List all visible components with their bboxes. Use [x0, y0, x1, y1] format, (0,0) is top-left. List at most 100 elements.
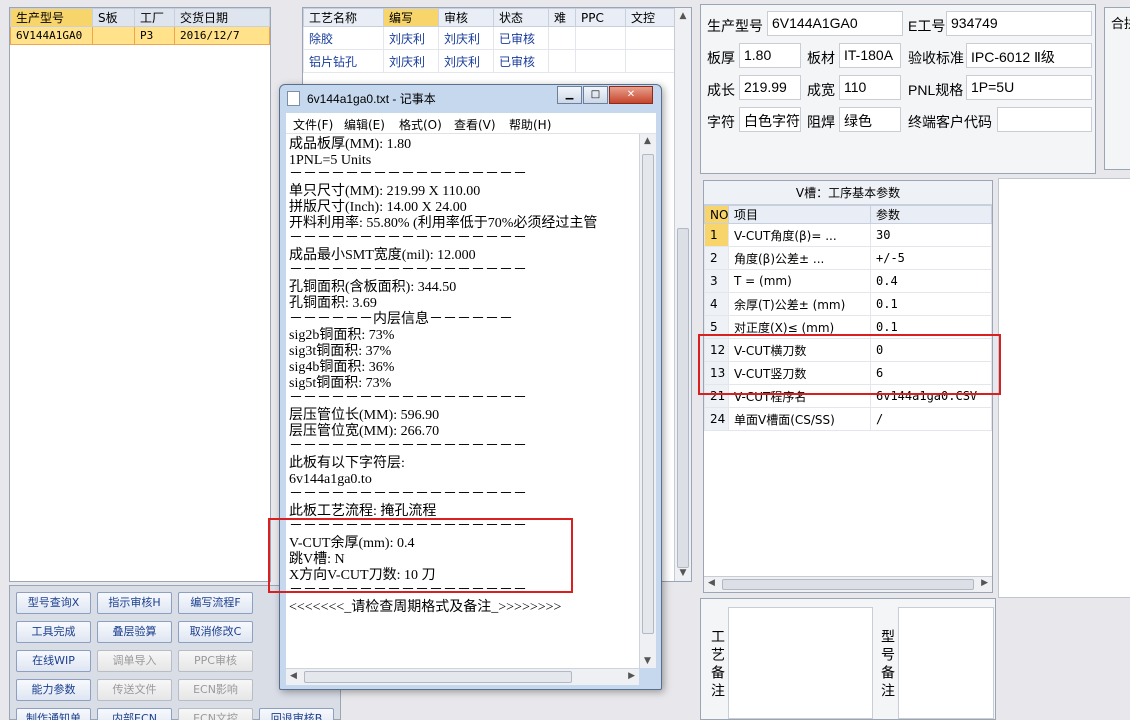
vgroove-params-hscroll[interactable]: ◀ ▶ [704, 576, 992, 592]
table-row[interactable]: 5 对正度(X)≤ (mm) 0.1 [704, 315, 992, 339]
scroll-thumb[interactable] [642, 154, 654, 634]
cell-difficulty[interactable] [548, 49, 576, 73]
column-header-doc-control[interactable]: 文控 [625, 8, 675, 27]
ecn-doc-control-button[interactable]: ECN文控 [178, 708, 253, 720]
menu-view[interactable]: 查看(V) [454, 116, 496, 133]
column-header-item[interactable]: 项目 [728, 205, 871, 224]
table-row[interactable]: 3 T = (mm) 0.4 [704, 269, 992, 293]
standard-field[interactable]: IPC-6012 Ⅱ级 [966, 43, 1092, 68]
cell-param[interactable]: 0.4 [870, 269, 992, 293]
menu-edit[interactable]: 编辑(E) [344, 116, 385, 133]
online-wip-button[interactable]: 在线WIP [16, 650, 91, 672]
minimize-icon[interactable]: ▁ [557, 86, 582, 104]
cell-item[interactable]: V-CUT竖刀数 [728, 361, 871, 385]
column-header-delivery-date[interactable]: 交货日期 [174, 8, 270, 27]
scroll-left-arrow-icon[interactable]: ◀ [708, 578, 715, 588]
cell-s-board[interactable] [92, 26, 135, 45]
customer-code-field[interactable] [997, 107, 1092, 132]
menu-file[interactable]: 文件(F) [293, 116, 333, 133]
cell-param[interactable]: 30 [870, 223, 992, 247]
cell-ppc[interactable] [575, 49, 626, 73]
table-row[interactable]: 12 V-CUT横刀数 0 [704, 338, 992, 362]
cell-status[interactable]: 已审核 [493, 49, 549, 73]
table-row[interactable]: 除胶 刘庆利 刘庆利 已审核 [303, 26, 675, 50]
ecn-impact-button[interactable]: ECN影响 [178, 679, 253, 701]
cell-item[interactable]: V-CUT程序名 [728, 384, 871, 408]
scroll-down-arrow-icon[interactable]: ▼ [644, 656, 651, 666]
column-header-model[interactable]: 生产型号 [10, 8, 93, 27]
revert-review-button[interactable]: 回退审核B [259, 708, 334, 720]
table-row[interactable]: 4 余厚(T)公差± (mm) 0.1 [704, 292, 992, 316]
column-header-factory[interactable]: 工厂 [134, 8, 175, 27]
cell-delivery-date[interactable]: 2016/12/7 [174, 26, 270, 45]
cell-item[interactable]: V-CUT角度(β)= ... [728, 223, 871, 247]
cell-author[interactable]: 刘庆利 [383, 26, 439, 50]
cell-item[interactable]: V-CUT横刀数 [728, 338, 871, 362]
internal-ecn-button[interactable]: 内部ECN [97, 708, 172, 720]
column-header-ppc[interactable]: PPC [575, 8, 626, 27]
table-row[interactable]: 2 角度(β)公差± ... +/-5 [704, 246, 992, 270]
column-header-difficulty[interactable]: 难 [548, 8, 576, 27]
cell-factory[interactable]: P3 [134, 26, 175, 45]
notepad-window[interactable]: 6v144a1ga0.txt - 记事本 ▁ □ ✕ 文件(F) 编辑(E) 格… [279, 84, 662, 690]
cell-process-name[interactable]: 铝片钻孔 [303, 49, 384, 73]
length-field[interactable]: 219.99 [739, 75, 801, 100]
character-field[interactable]: 白色字符 [739, 107, 801, 132]
cell-param[interactable]: / [870, 407, 992, 431]
cell-difficulty[interactable] [548, 26, 576, 50]
table-row[interactable]: 13 V-CUT竖刀数 6 [704, 361, 992, 385]
capability-params-button[interactable]: 能力参数 [16, 679, 91, 701]
table-row[interactable]: 21 V-CUT程序名 6v144a1ga0.CSV [704, 384, 992, 408]
table-row[interactable]: 铝片钻孔 刘庆利 刘庆利 已审核 [303, 49, 675, 73]
e-number-field[interactable]: 934749 [946, 11, 1092, 36]
import-order-button[interactable]: 调单导入 [97, 650, 172, 672]
scroll-thumb[interactable] [722, 579, 974, 590]
thickness-field[interactable]: 1.80 [739, 43, 801, 68]
cell-item[interactable]: 角度(β)公差± ... [728, 246, 871, 270]
cell-process-name[interactable]: 除胶 [303, 26, 384, 50]
column-header-reviewer[interactable]: 审核 [438, 8, 494, 27]
cell-status[interactable]: 已审核 [493, 26, 549, 50]
pnl-spec-field[interactable]: 1P=5U [966, 75, 1092, 100]
cell-reviewer[interactable]: 刘庆利 [438, 26, 494, 50]
cell-ppc[interactable] [575, 26, 626, 50]
send-file-button[interactable]: 传送文件 [97, 679, 172, 701]
table-row[interactable]: 1 V-CUT角度(β)= ... 30 [704, 223, 992, 247]
model-field[interactable]: 6V144A1GA0 [767, 11, 903, 36]
scroll-up-arrow-icon[interactable]: ▲ [675, 8, 691, 24]
scroll-left-arrow-icon[interactable]: ◀ [290, 671, 297, 681]
scroll-right-arrow-icon[interactable]: ▶ [628, 671, 635, 681]
stackup-check-button[interactable]: 叠层验算 [97, 621, 172, 643]
column-header-status[interactable]: 状态 [493, 8, 549, 27]
column-header-process-name[interactable]: 工艺名称 [303, 8, 384, 27]
column-header-no[interactable]: NO [704, 205, 729, 224]
cell-item[interactable]: 单面V槽面(CS/SS) [728, 407, 871, 431]
cell-reviewer[interactable]: 刘庆利 [438, 49, 494, 73]
cell-item[interactable]: T = (mm) [728, 269, 871, 293]
width-field[interactable]: 110 [839, 75, 901, 100]
cell-param[interactable]: 0.1 [870, 315, 992, 339]
cancel-edit-button[interactable]: 取消修改C [178, 621, 253, 643]
close-icon[interactable]: ✕ [609, 86, 653, 104]
menu-format[interactable]: 格式(O) [399, 116, 442, 133]
cell-param[interactable]: 0 [870, 338, 992, 362]
material-field[interactable]: IT-180A [839, 43, 901, 68]
ppc-review-button[interactable]: PPC审核 [178, 650, 253, 672]
model-query-button[interactable]: 型号查询X [16, 592, 91, 614]
table-row[interactable]: 6V144A1GA0 P3 2016/12/7 [10, 26, 270, 45]
maximize-icon[interactable]: □ [583, 86, 608, 104]
write-flow-button[interactable]: 编写流程F [178, 592, 253, 614]
scroll-thumb[interactable] [304, 671, 572, 683]
tool-complete-button[interactable]: 工具完成 [16, 621, 91, 643]
model-remark-box[interactable] [898, 607, 994, 719]
notepad-titlebar[interactable]: 6v144a1ga0.txt - 记事本 ▁ □ ✕ [280, 85, 661, 111]
cell-param[interactable]: +/-5 [870, 246, 992, 270]
cell-author[interactable]: 刘庆利 [383, 49, 439, 73]
menu-help[interactable]: 帮助(H) [509, 116, 551, 133]
notepad-text-area[interactable]: 成品板厚(MM): 1.80 1PNL=5 Units －－－－－－－－－－－－… [286, 134, 639, 668]
table-row[interactable]: 24 单面V槽面(CS/SS) / [704, 407, 992, 431]
cell-model[interactable]: 6V144A1GA0 [10, 26, 93, 45]
solder-mask-field[interactable]: 绿色 [839, 107, 901, 132]
cell-param[interactable]: 6v144a1ga0.CSV [870, 384, 992, 408]
cell-param[interactable]: 6 [870, 361, 992, 385]
